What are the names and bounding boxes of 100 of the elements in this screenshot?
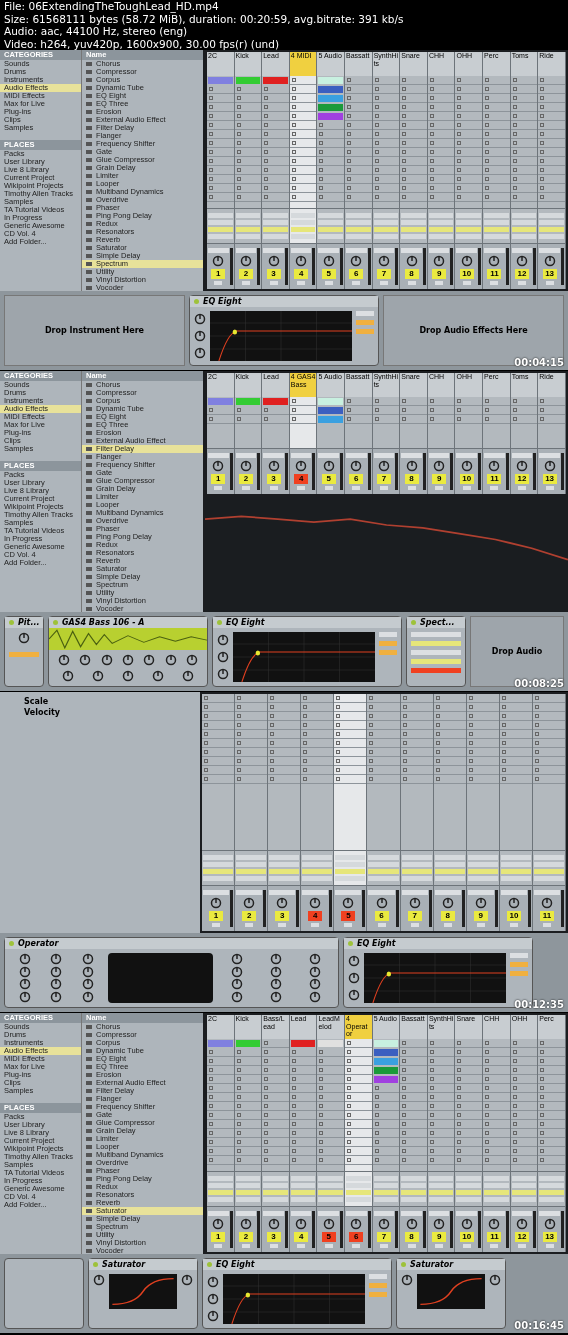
knob-icon[interactable] [210,897,223,909]
knob-icon[interactable] [269,965,282,978]
monitor-toggle[interactable] [533,869,565,874]
knob-icon[interactable] [377,1218,390,1230]
volume-field[interactable] [235,248,257,253]
solo-button[interactable] [245,923,254,927]
monitor-toggle[interactable] [263,1190,288,1195]
track-activator-button[interactable]: 3 [266,1232,281,1242]
knob-icon[interactable] [207,1309,219,1322]
input-dropdown[interactable] [235,213,261,218]
input-dropdown[interactable] [290,1176,316,1181]
knob-icon[interactable] [82,965,95,978]
track-activator-button[interactable]: 10 [506,911,521,921]
channel-toggle[interactable] [411,641,461,646]
volume-field[interactable] [401,890,428,895]
knob-icon[interactable] [350,255,363,267]
solo-button[interactable] [509,923,518,927]
knob-icon[interactable] [308,953,321,966]
monitor-toggle[interactable] [401,227,426,232]
knob-icon[interactable] [18,953,31,966]
knob-icon[interactable] [50,978,63,991]
solo-button[interactable] [407,281,416,285]
input-dropdown[interactable] [269,855,300,860]
knob-icon[interactable] [474,897,487,909]
track-activator-button[interactable]: 8 [404,1232,419,1242]
volume-field[interactable] [484,248,505,253]
volume-field[interactable] [208,248,229,253]
knob-icon[interactable] [181,1274,193,1286]
solo-button[interactable] [352,281,361,285]
solo-button[interactable] [407,486,416,490]
knob-icon[interactable] [441,897,454,909]
volume-field[interactable] [208,453,229,458]
knob-icon[interactable] [269,953,282,966]
clip[interactable] [373,1049,399,1056]
volume-field[interactable] [456,1211,478,1216]
volume-field[interactable] [511,453,533,458]
monitor-toggle[interactable] [302,869,333,874]
volume-field[interactable] [335,890,362,895]
track-activator-button[interactable]: 3 [266,474,281,484]
input-dropdown[interactable] [484,1176,509,1181]
refresh-field[interactable] [411,650,461,655]
track-activator-button[interactable]: 11 [540,911,554,921]
knob-icon[interactable] [121,654,134,666]
knob-icon[interactable] [460,255,473,267]
track-activator-button[interactable]: 4 [294,1232,309,1242]
knob-icon[interactable] [489,1274,501,1286]
gain-field[interactable] [369,1292,387,1297]
volume-field[interactable] [500,890,527,895]
knob-icon[interactable] [322,255,335,267]
clip[interactable] [318,95,344,102]
gain-field[interactable] [510,971,528,976]
volume-field[interactable] [539,453,560,458]
volume-field[interactable] [539,1211,560,1216]
knob-icon[interactable] [217,634,229,647]
volume-field[interactable] [539,248,560,253]
track-activator-button[interactable]: 6 [349,269,364,279]
track-activator-button[interactable]: 7 [376,474,391,484]
volume-field[interactable] [401,248,422,253]
monitor-toggle[interactable] [500,869,531,874]
clip[interactable] [318,398,344,405]
knob-icon[interactable] [295,1218,308,1230]
clip[interactable] [208,398,233,405]
knob-icon[interactable] [62,670,74,682]
track-activator-button[interactable]: 8 [440,911,455,921]
volume-field[interactable] [263,1211,284,1216]
track-activator-button[interactable]: 10 [459,1232,474,1242]
knob-icon[interactable] [543,255,556,267]
volume-field[interactable] [434,890,461,895]
clip[interactable] [318,1040,344,1047]
knob-icon[interactable] [350,1218,363,1230]
solo-button[interactable] [476,923,485,927]
knob-icon[interactable] [230,978,243,991]
knob-icon[interactable] [342,897,355,909]
solo-button[interactable] [241,486,250,490]
volume-field[interactable] [269,890,296,895]
solo-button[interactable] [212,923,221,927]
knob-icon[interactable] [212,1218,225,1230]
knob-icon[interactable] [93,1274,105,1286]
input-dropdown[interactable] [401,855,432,860]
clip[interactable] [263,77,288,84]
monitor-toggle[interactable] [428,1190,454,1195]
track-activator-button[interactable]: 11 [487,1232,502,1242]
solo-button[interactable] [545,1244,554,1248]
track-activator-button[interactable]: 9 [432,474,447,484]
monitor-toggle[interactable] [346,227,371,232]
knob-icon[interactable] [401,1274,413,1286]
input-dropdown[interactable] [335,855,366,860]
knob-icon[interactable] [50,990,63,1003]
volume-field[interactable] [368,890,395,895]
monitor-toggle[interactable] [269,869,300,874]
knob-icon[interactable] [516,1218,528,1230]
knob-icon[interactable] [541,897,553,909]
knob-icon[interactable] [433,460,446,472]
monitor-toggle[interactable] [373,1190,399,1195]
volume-field[interactable] [467,890,494,895]
input-dropdown[interactable] [456,1176,482,1181]
knob-icon[interactable] [239,255,252,267]
knob-icon[interactable] [269,990,282,1003]
solo-button[interactable] [435,486,444,490]
track-activator-button[interactable]: 5 [321,474,336,484]
